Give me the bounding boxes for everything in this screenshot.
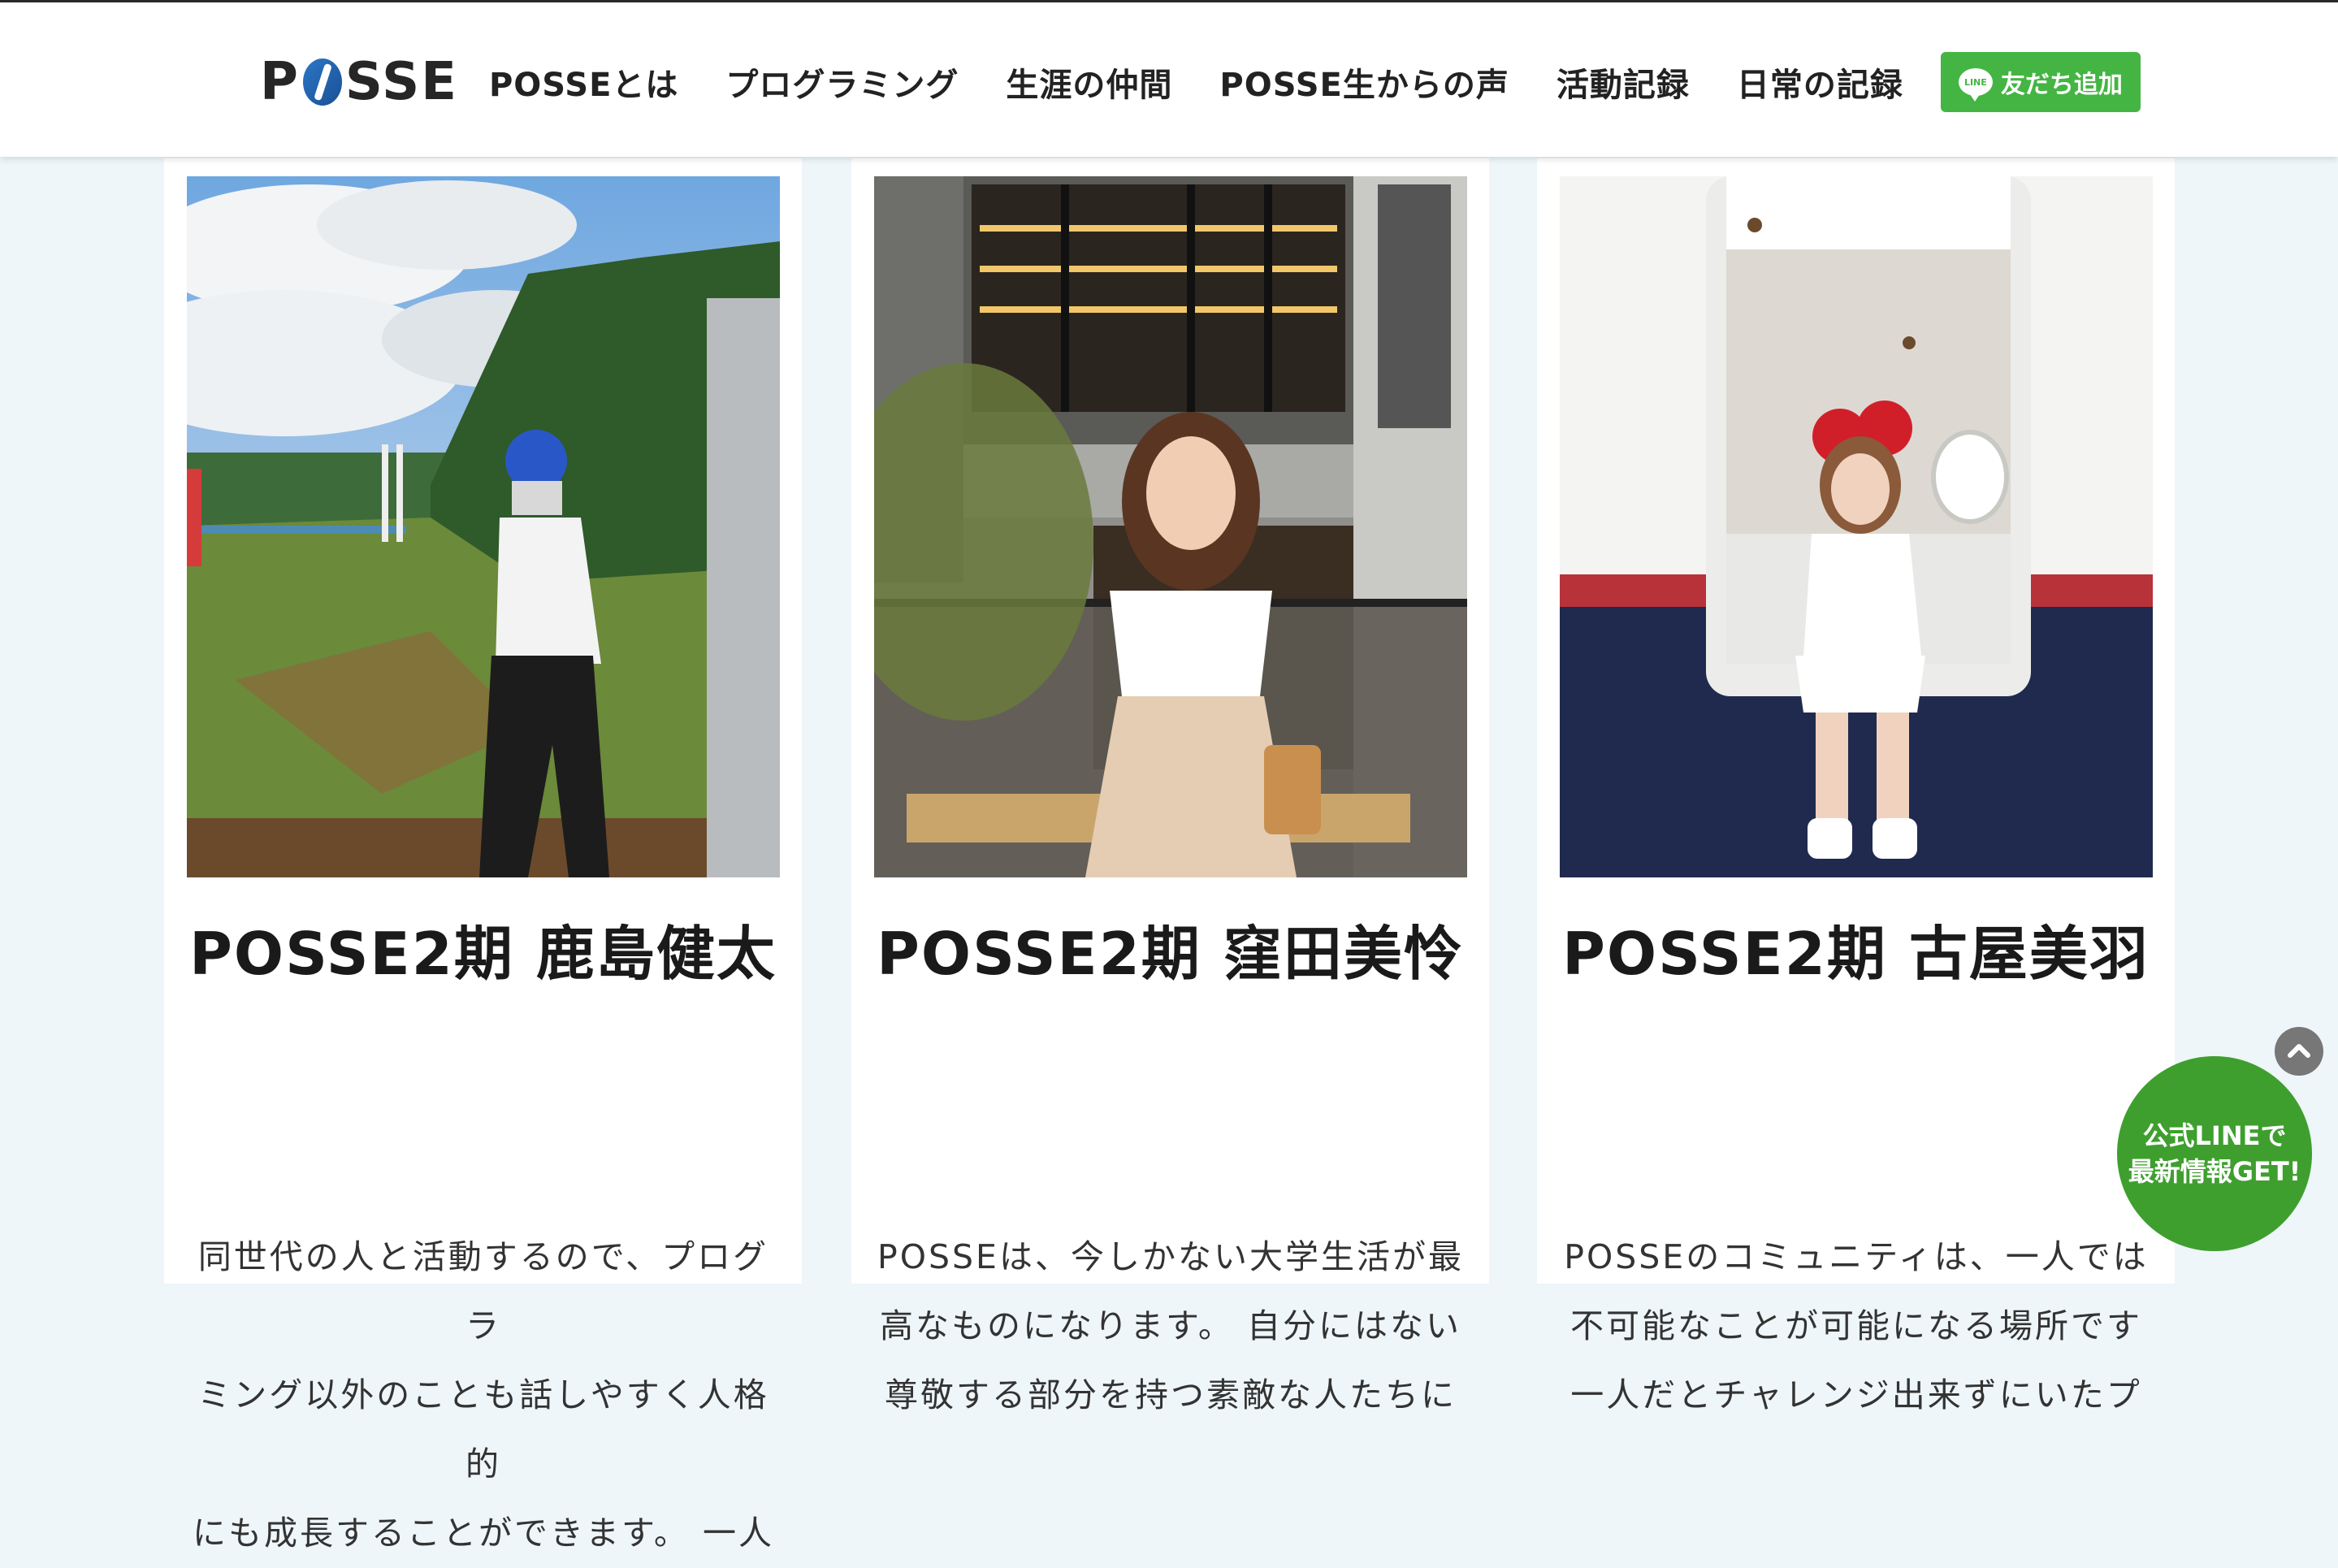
- member-photo: [187, 176, 780, 877]
- line-icon: LINE: [1958, 68, 1993, 102]
- member-name: POSSE2期 古屋美羽: [1562, 920, 2150, 988]
- nav-item-programming[interactable]: プログラミング: [725, 58, 959, 106]
- member-comment: POSSEは、今しかない大学生活が最 高なものになります。 自分にはない 尊敬す…: [874, 1223, 1467, 1430]
- member-photo: [1560, 176, 2153, 877]
- comment-line: 一人だとチャレンジ出来ずにいたプ: [1570, 1375, 2142, 1414]
- header-inner: P SSE POSSEとは プログラミング 生涯の仲間 POSSE生からの声 活…: [260, 33, 2141, 131]
- comment-line: 同世代の人と活動するので、プログラ: [197, 1237, 769, 1345]
- member-comment: 同世代の人と活動するので、プログラ ミング以外のことも話しやすく人格的 にも成長…: [187, 1223, 780, 1568]
- line-add-friend-button[interactable]: LINE 友だち追加: [1940, 52, 2141, 112]
- comment-line: 高なものになります。 自分にはない: [880, 1306, 1461, 1345]
- photo-outdoor-zipline: [187, 176, 780, 877]
- nav-item-activity[interactable]: 活動記録: [1557, 58, 1690, 106]
- scroll-to-top-button[interactable]: [2275, 1027, 2323, 1076]
- nav-item-daily[interactable]: 日常の記録: [1737, 58, 1903, 106]
- logo-letters-sse: SSE: [344, 52, 458, 112]
- nav-item-friends[interactable]: 生涯の仲間: [1006, 58, 1172, 106]
- member-comment: POSSEのコミュニティは、一人では 不可能なことが可能になる場所です 一人だと…: [1560, 1223, 2153, 1430]
- main-nav: POSSEとは プログラミング 生涯の仲間 POSSE生からの声 活動記録 日常…: [489, 58, 1950, 106]
- comment-line: にも成長することができます。 一人: [193, 1514, 774, 1553]
- photo-ship-window: [1560, 176, 2153, 877]
- nav-item-about[interactable]: POSSEとは: [489, 58, 678, 106]
- posse-logo[interactable]: P SSE: [260, 52, 458, 112]
- member-name: POSSE2期 窪田美怜: [877, 920, 1464, 988]
- line-cta-line1: 公式LINEで: [2142, 1120, 2287, 1151]
- member-name: POSSE2期 鹿島健太: [189, 920, 777, 988]
- line-official-cta-button[interactable]: 公式LINEで 最新情報GET!: [2117, 1056, 2312, 1251]
- member-card: POSSE2期 鹿島健太 同世代の人と活動するので、プログラ ミング以外のことも…: [164, 158, 802, 1553]
- line-cta-line2: 最新情報GET!: [2128, 1156, 2301, 1187]
- site-header: P SSE POSSEとは プログラミング 生涯の仲間 POSSE生からの声 活…: [0, 2, 2338, 157]
- comment-line: ミング以外のことも話しやすく人格的: [197, 1375, 769, 1484]
- nav-item-voices[interactable]: POSSE生からの声: [1219, 58, 1509, 106]
- chevron-up-icon: [2288, 1044, 2310, 1058]
- logo-letter-p: P: [260, 52, 300, 112]
- comment-line: POSSEのコミュニティは、一人では: [1564, 1237, 2149, 1276]
- logo-o-icon: [302, 58, 342, 106]
- member-card: POSSE2期 窪田美怜 POSSEは、今しかない大学生活が最 高なものになりま…: [851, 158, 1489, 1414]
- comment-line: POSSEは、今しかない大学生活が最: [877, 1237, 1464, 1276]
- line-add-friend-label: 友だち追加: [2000, 71, 2123, 99]
- member-photo: [874, 176, 1467, 877]
- comment-line: 不可能なことが可能になる場所です: [1570, 1306, 2142, 1345]
- member-card: POSSE2期 古屋美羽 POSSEのコミュニティは、一人では 不可能なことが可…: [1537, 158, 2175, 1414]
- photo-cafe-storefront: [874, 176, 1467, 877]
- member-cards: POSSE2期 鹿島健太 同世代の人と活動するので、プログラ ミング以外のことも…: [0, 158, 2338, 1553]
- comment-line: 尊敬する部分を持つ素敵な人たちに: [885, 1375, 1457, 1414]
